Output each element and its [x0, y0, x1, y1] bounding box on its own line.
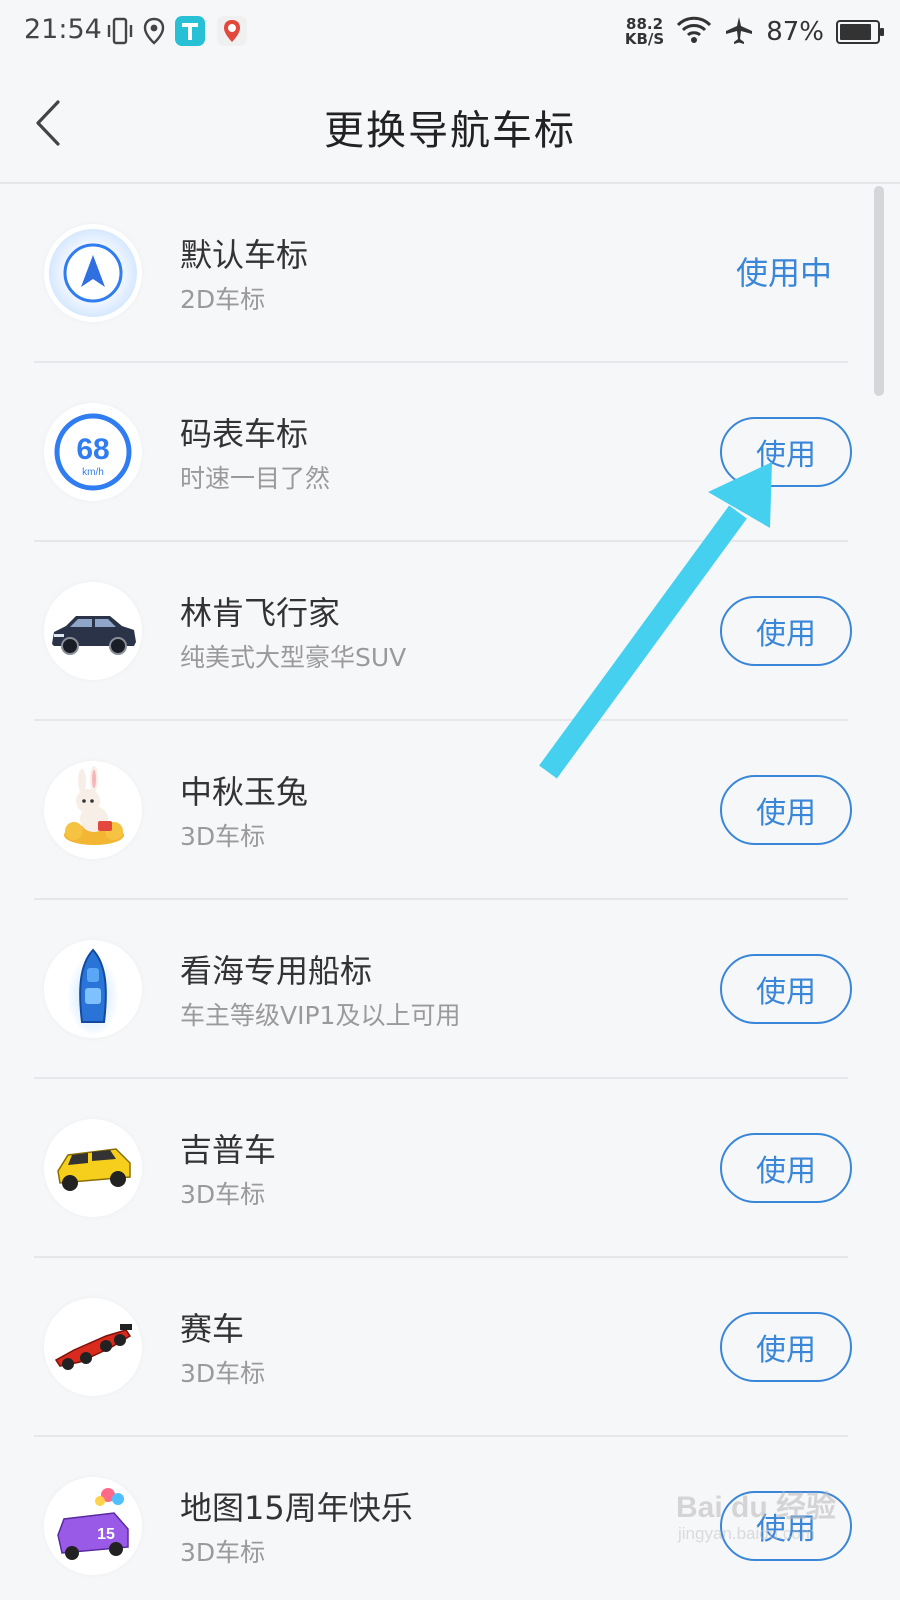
wifi-icon	[676, 15, 712, 49]
suv-car-icon	[44, 582, 142, 680]
airplane-icon	[724, 15, 754, 49]
list-item: 中秋玉兔 3D车标 使用	[0, 721, 900, 900]
watermark-brand: Bai du 经验	[676, 1491, 837, 1524]
status-time: 21:54	[24, 14, 102, 45]
use-button[interactable]: 使用	[720, 417, 852, 487]
vibrate-icon	[106, 16, 134, 50]
speed-unit: km/h	[82, 467, 104, 478]
item-name: 林肯飞行家	[180, 594, 341, 632]
battery-percent: 87%	[766, 17, 824, 47]
use-button[interactable]: 使用	[720, 596, 852, 666]
item-desc: 2D车标	[180, 285, 266, 314]
list-item: 赛车 3D车标 使用	[0, 1258, 900, 1437]
item-desc: 车主等级VIP1及以上可用	[180, 1001, 461, 1030]
page-header: 更换导航车标	[0, 62, 900, 184]
watermark: Bai du 经验 jingyan.baidu.com	[676, 1478, 856, 1558]
in-use-label: 使用中	[735, 254, 832, 292]
status-bar: 21:54 88.2 KB/S 87%	[0, 0, 900, 62]
use-button[interactable]: 使用	[720, 1312, 852, 1382]
item-desc: 3D车标	[180, 1359, 266, 1388]
item-name: 默认车标	[180, 236, 309, 274]
watermark-url: jingyan.baidu.com	[678, 1524, 816, 1543]
use-button[interactable]: 使用	[720, 775, 852, 845]
use-button[interactable]: 使用	[720, 1133, 852, 1203]
item-name: 地图15周年快乐	[180, 1489, 413, 1527]
list-item: 默认车标 2D车标 使用中	[0, 184, 900, 363]
jade-rabbit-icon	[44, 761, 142, 859]
speedometer-icon: 68 km/h	[44, 403, 142, 501]
anniversary-badge: 15	[97, 1526, 115, 1543]
item-desc: 3D车标	[180, 1538, 266, 1567]
car-icon-list: 默认车标 2D车标 使用中 68 km/h 码表车标 时速一目了然 使用 林肯飞…	[0, 184, 900, 1600]
net-speed: 88.2 KB/S	[625, 17, 664, 47]
race-car-icon	[44, 1298, 142, 1396]
scrollbar[interactable]	[874, 186, 884, 396]
page-title: 更换导航车标	[324, 108, 576, 154]
use-button[interactable]: 使用	[720, 954, 852, 1024]
anniversary-van-icon: 15	[44, 1477, 142, 1575]
list-item: 林肯飞行家 纯美式大型豪华SUV 使用	[0, 542, 900, 721]
navigation-arrow-icon	[44, 224, 142, 322]
battery-fill	[840, 24, 872, 40]
location-icon	[142, 16, 166, 50]
baidu-map-icon	[216, 15, 248, 51]
item-desc: 3D车标	[180, 822, 266, 851]
jeep-icon	[44, 1119, 142, 1217]
speed-value: 68	[76, 433, 109, 466]
list-item: 吉普车 3D车标 使用	[0, 1079, 900, 1258]
status-right-group: 88.2 KB/S 87%	[625, 10, 884, 54]
item-name: 吉普车	[180, 1131, 277, 1169]
item-name: 看海专用船标	[180, 952, 373, 990]
item-desc: 纯美式大型豪华SUV	[180, 643, 407, 672]
item-name: 中秋玉兔	[180, 773, 309, 811]
item-desc: 时速一目了然	[180, 464, 331, 493]
list-item: 68 km/h 码表车标 时速一目了然 使用	[0, 363, 900, 542]
list-item: 看海专用船标 车主等级VIP1及以上可用 使用	[0, 900, 900, 1079]
boat-icon	[44, 940, 142, 1038]
item-name: 码表车标	[180, 415, 309, 453]
net-speed-unit: KB/S	[624, 30, 665, 48]
item-desc: 3D车标	[180, 1180, 266, 1209]
app-t-icon	[174, 15, 206, 51]
battery-icon	[836, 20, 884, 44]
item-name: 赛车	[180, 1310, 245, 1348]
